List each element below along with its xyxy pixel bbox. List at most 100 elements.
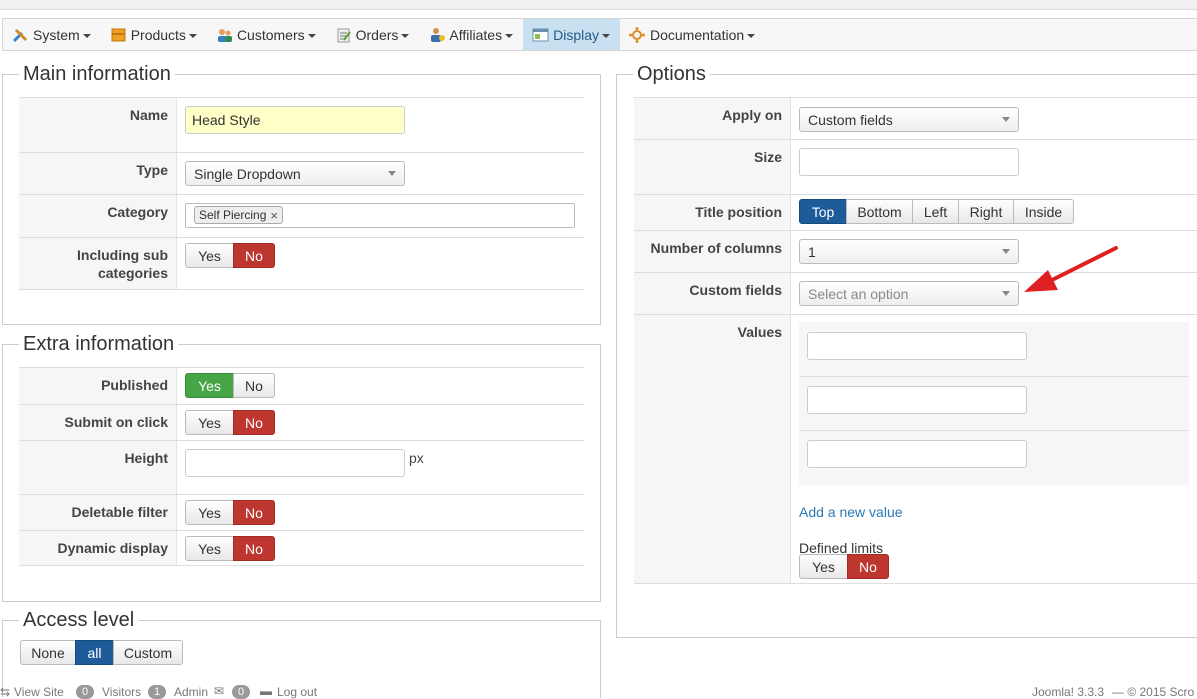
type-label: Type	[19, 153, 177, 194]
custom-fields-placeholder: Select an option	[808, 285, 909, 302]
chevron-down-icon	[747, 33, 756, 38]
values-list	[799, 322, 1189, 485]
subcategories-label: Including sub categories	[19, 238, 177, 289]
tools-icon	[12, 27, 29, 43]
size-value-cell	[791, 140, 1197, 194]
category-label: Category	[19, 195, 177, 237]
submit-label: Submit on click	[19, 405, 177, 440]
subcategories-yes-button[interactable]: Yes	[185, 243, 234, 268]
submit-yes-button[interactable]: Yes	[185, 410, 234, 435]
submit-no-button[interactable]: No	[233, 410, 275, 435]
values-row: Values Add a new value Defined limits Ye…	[634, 314, 1197, 584]
defined-limits-yes-button[interactable]: Yes	[799, 554, 848, 579]
menu-display[interactable]: Display	[523, 19, 620, 50]
custom-fields-value-cell: Select an option	[791, 273, 1197, 314]
menu-affiliates-label: Affiliates	[449, 26, 503, 43]
menu-affiliates[interactable]: Affiliates	[419, 19, 523, 50]
height-input[interactable]	[185, 449, 405, 477]
title-position-top-button[interactable]: Top	[799, 199, 847, 224]
custom-fields-select[interactable]: Select an option	[799, 281, 1019, 306]
copyright-label: — © 2015 Scro	[1112, 685, 1195, 699]
access-all-button[interactable]: all	[75, 640, 114, 665]
menu-products[interactable]: Products	[101, 19, 207, 50]
subcategories-no-button[interactable]: No	[233, 243, 275, 268]
columns-select[interactable]: 1	[799, 239, 1019, 264]
chevron-down-icon	[82, 33, 91, 38]
admin-badge: 1	[148, 685, 167, 699]
title-position-bottom-button[interactable]: Bottom	[846, 199, 913, 224]
top-strip	[0, 0, 1197, 10]
visitors-label: Visitors	[102, 685, 142, 699]
chevron-down-icon	[401, 33, 410, 38]
orders-icon	[335, 27, 352, 43]
title-position-inside-button[interactable]: Inside	[1013, 199, 1074, 224]
deletable-yes-button[interactable]: Yes	[185, 500, 234, 525]
menu-customers[interactable]: Customers	[207, 19, 326, 50]
menu-documentation[interactable]: Documentation	[620, 19, 765, 50]
dropdown-arrow-icon	[1002, 117, 1010, 122]
menu-orders-label: Orders	[355, 26, 399, 43]
chevron-down-icon	[307, 33, 316, 38]
name-value-cell	[177, 98, 584, 152]
name-row: Name	[19, 97, 584, 152]
access-custom-button[interactable]: Custom	[113, 640, 183, 665]
dynamic-value-cell: Yes No	[177, 531, 584, 565]
view-site-link[interactable]: View Site	[14, 685, 64, 699]
subcategories-value-cell: Yes No	[177, 238, 584, 289]
chevron-down-icon	[188, 33, 197, 38]
close-icon[interactable]: ×	[270, 208, 278, 223]
size-label: Size	[634, 140, 791, 194]
defined-limits-no-button[interactable]: No	[847, 554, 889, 579]
subcategories-toggle: Yes No	[185, 243, 275, 268]
apply-on-select-value: Custom fields	[808, 111, 893, 128]
access-none-button[interactable]: None	[20, 640, 76, 665]
subcategories-row: Including sub categories Yes No	[19, 237, 584, 290]
published-yes-button[interactable]: Yes	[185, 373, 234, 398]
dropdown-arrow-icon	[1002, 249, 1010, 254]
dynamic-yes-button[interactable]: Yes	[185, 536, 234, 561]
published-no-button[interactable]: No	[233, 373, 275, 398]
submit-value-cell: Yes No	[177, 405, 584, 440]
value-input-2[interactable]	[807, 386, 1027, 414]
menu-system[interactable]: System	[3, 19, 101, 50]
custom-fields-label: Custom fields	[634, 273, 791, 314]
add-value-link[interactable]: Add a new value	[799, 504, 903, 520]
title-position-label: Title position	[634, 195, 791, 230]
type-select[interactable]: Single Dropdown	[185, 161, 405, 186]
title-position-right-button[interactable]: Right	[958, 199, 1014, 224]
dropdown-arrow-icon	[388, 171, 396, 176]
published-row: Published Yes No	[19, 367, 584, 404]
values-divider	[799, 430, 1189, 431]
value-input-1[interactable]	[807, 332, 1027, 360]
menu-orders[interactable]: Orders	[326, 19, 420, 50]
access-level-toggle: None all Custom	[20, 640, 183, 665]
subcategories-label-line1: Including sub	[77, 247, 168, 263]
extra-information-legend: Extra information	[23, 333, 175, 355]
users-icon	[216, 27, 233, 43]
mail-icon: ✉	[214, 684, 225, 698]
columns-select-value: 1	[808, 243, 816, 260]
affiliates-icon	[428, 27, 446, 43]
submit-toggle: Yes No	[185, 410, 275, 435]
title-position-left-button[interactable]: Left	[912, 199, 959, 224]
value-input-3[interactable]	[807, 440, 1027, 468]
published-toggle: Yes No	[185, 373, 275, 398]
dynamic-no-button[interactable]: No	[233, 536, 275, 561]
chevron-down-icon	[505, 33, 514, 38]
logout-link[interactable]: Log out	[277, 685, 317, 699]
name-input[interactable]	[185, 106, 405, 134]
messages-badge: 0	[232, 685, 251, 699]
apply-on-select[interactable]: Custom fields	[799, 107, 1019, 132]
visitors-badge: 0	[76, 685, 95, 699]
dropdown-arrow-icon	[1002, 291, 1010, 296]
size-input[interactable]	[799, 148, 1019, 176]
title-position-row: Title position Top Bottom Left Right Ins…	[634, 194, 1197, 230]
deletable-row: Deletable filter Yes No	[19, 494, 584, 530]
category-tag: Self Piercing ×	[194, 206, 283, 224]
options-legend: Options	[637, 63, 706, 85]
documentation-icon	[629, 26, 646, 43]
deletable-label: Deletable filter	[19, 495, 177, 530]
deletable-no-button[interactable]: No	[233, 500, 275, 525]
height-row: Height px	[19, 440, 584, 494]
chevron-down-icon	[602, 33, 610, 38]
